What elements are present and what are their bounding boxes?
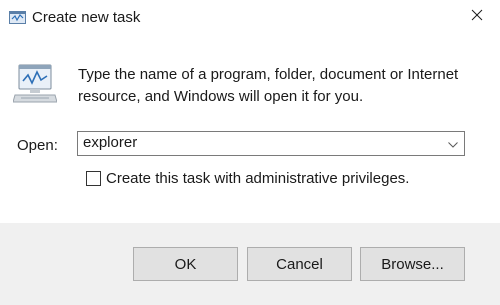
run-dialog-icon <box>9 10 26 26</box>
cancel-button[interactable]: Cancel <box>247 247 352 281</box>
window-title: Create new task <box>32 9 141 26</box>
admin-privileges-label[interactable]: Create this task with administrative pri… <box>106 170 409 187</box>
admin-privileges-checkbox[interactable] <box>86 170 101 186</box>
ok-button[interactable]: OK <box>133 247 238 281</box>
close-icon <box>471 8 483 26</box>
run-program-icon <box>12 63 58 103</box>
open-input[interactable]: explorer <box>83 134 137 151</box>
instruction-text: Type the name of a program, folder, docu… <box>78 66 459 105</box>
close-button[interactable] <box>454 0 500 34</box>
open-combobox[interactable]: explorer <box>77 131 465 156</box>
create-new-task-dialog: Create new task Type the name of a progr… <box>0 0 500 305</box>
dropdown-button[interactable] <box>442 132 464 155</box>
chevron-down-icon <box>448 135 458 153</box>
button-bar: OK Cancel Browse... <box>0 223 500 305</box>
admin-privileges-option[interactable]: Create this task with administrative pri… <box>86 168 409 188</box>
title-bar[interactable]: Create new task <box>0 0 500 38</box>
browse-button[interactable]: Browse... <box>360 247 465 281</box>
open-label: Open: <box>17 137 58 154</box>
